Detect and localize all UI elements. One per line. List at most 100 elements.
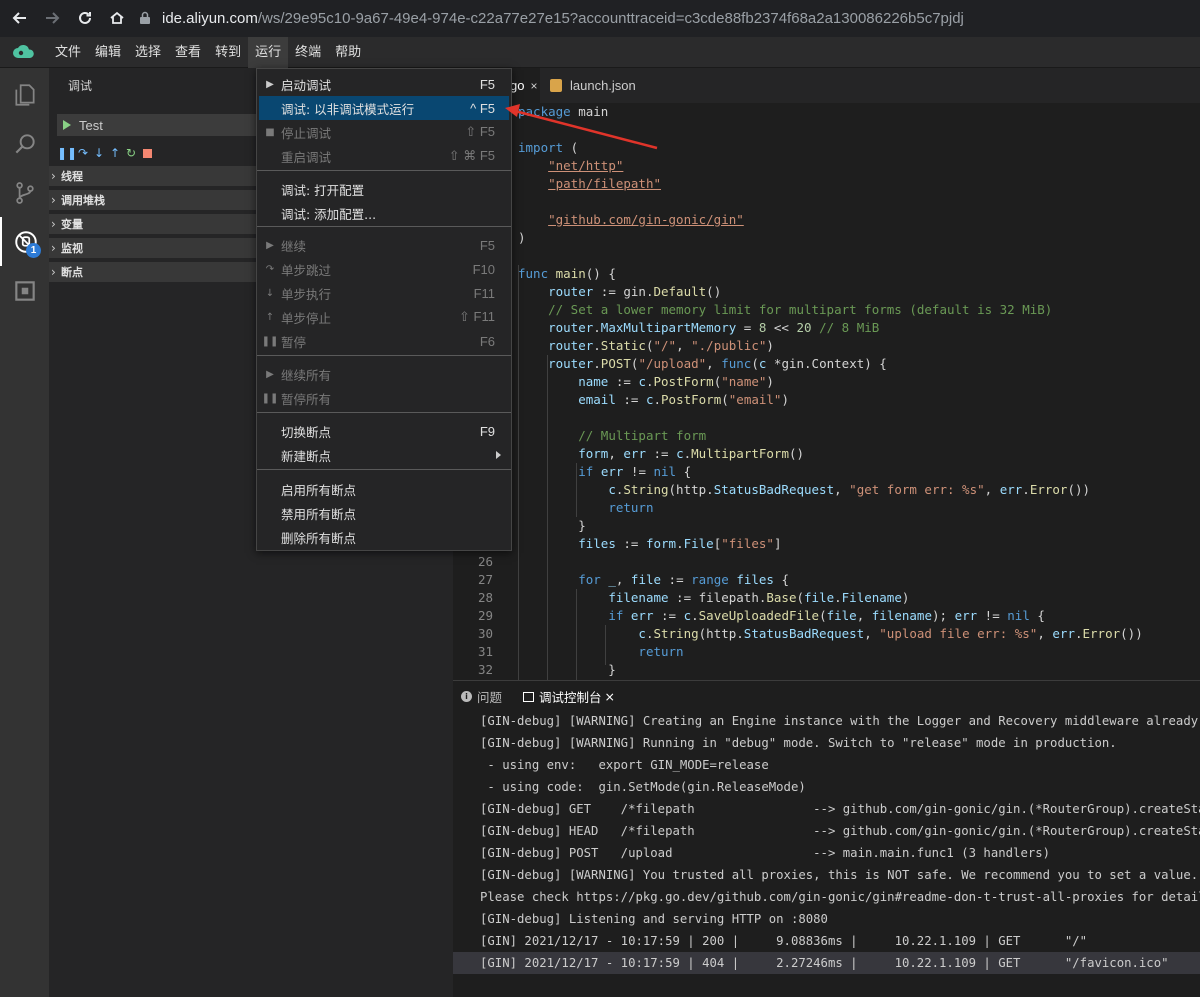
menu-item-shortcut: F5	[479, 237, 495, 253]
console-line: [GIN-debug] [WARNING] Running in "debug"…	[480, 736, 1117, 750]
run-menu-dropdown: ▶ 启动调试 F5 调试: 以非调试模式运行 ^ F5 ■ 停止调试 ⇧ F5 重启调试 ⇧ ⌘ …	[256, 68, 512, 551]
section-label: 监视	[61, 242, 83, 255]
menu-item-label: 禁用所有断点	[281, 506, 357, 522]
search-icon[interactable]	[0, 119, 49, 168]
menu-item[interactable]: 启用所有断点	[259, 477, 509, 501]
tab-launch-json[interactable]: launch.json	[540, 68, 650, 103]
menu-item-shortcut: ⇧ F11	[459, 309, 495, 324]
url-path: /ws/29e95c10-9a67-49e4-974e-c22a77e27e15…	[257, 9, 964, 27]
menu-item[interactable]: 运行	[248, 36, 289, 68]
reload-button[interactable]	[70, 3, 100, 33]
forward-button[interactable]	[37, 3, 67, 33]
tab-label: go	[510, 78, 525, 93]
menu-item[interactable]: 转到	[208, 37, 248, 68]
menu-item-shortcut: F6	[479, 333, 495, 349]
menu-item[interactable]: 删除所有断点	[259, 525, 509, 549]
step-into-icon[interactable]: ↓	[92, 146, 106, 160]
config-name: Test	[79, 117, 103, 133]
explorer-icon[interactable]	[0, 70, 49, 119]
menubar: 文件 编辑 选择 查看 转到 运行 终端 帮助	[0, 36, 1200, 68]
menu-item-label: 继续所有	[281, 367, 332, 383]
pause-icon[interactable]: ❚❚	[57, 146, 77, 160]
step-over-icon: ↷	[265, 263, 275, 275]
menu-item: ■ 停止调试 ⇧ F5	[259, 120, 509, 144]
menu-item-label: 切换断点	[281, 424, 332, 440]
source-control-icon[interactable]	[0, 168, 49, 217]
console-line: [GIN-debug] [WARNING] You trusted all pr…	[480, 868, 1199, 882]
menu-item[interactable]: 调试: 以非调试模式运行 ^ F5	[259, 96, 509, 120]
menu-item[interactable]: 查看	[168, 37, 208, 68]
menu-item[interactable]: 帮助	[328, 37, 368, 68]
console-line: [GIN-debug] Listening and serving HTTP o…	[480, 912, 828, 926]
menu-item: ↓ 单步执行 F11	[259, 281, 509, 305]
close-icon[interactable]: ×	[530, 79, 537, 93]
console-line: - using env: export GIN_MODE=release	[480, 758, 769, 772]
menu-item[interactable]: 编辑	[88, 37, 128, 68]
line-number: 28	[477, 590, 493, 605]
tab-debug-console[interactable]: 调试控制台 ×	[523, 687, 615, 706]
line-number: 29	[477, 608, 493, 623]
menu-item[interactable]: 文件	[48, 37, 88, 68]
console-line: [GIN-debug] [WARNING] Creating an Engine…	[480, 714, 1200, 728]
menu-item-label: 新建断点	[281, 448, 332, 464]
step-out-icon[interactable]: ↑	[108, 146, 122, 160]
editor-tabs: go × launch.json	[453, 68, 1200, 103]
menu-separator	[257, 226, 511, 227]
back-button[interactable]	[5, 3, 35, 33]
tab-label: launch.json	[570, 78, 636, 93]
section-label: 断点	[61, 266, 83, 279]
line-number: 31	[477, 644, 493, 659]
menu-item[interactable]: ▶ 启动调试 F5	[259, 72, 509, 96]
menu-item: ▶ 继续 F5	[259, 233, 509, 257]
code-editor[interactable]: package main import ( "net/http" "path/f…	[453, 103, 1200, 680]
line-number: 30	[477, 626, 493, 641]
step-out-icon: ↑	[265, 311, 275, 323]
debug-config-select[interactable]: Test	[57, 114, 257, 136]
menu-item[interactable]: 终端	[288, 37, 328, 68]
menu-item-label: 单步执行	[281, 286, 332, 302]
menu-item[interactable]: 调试: 添加配置...	[259, 201, 509, 225]
menu-item[interactable]: 新建断点	[259, 443, 509, 467]
menu-item-shortcut: ⇧ F5	[465, 124, 495, 139]
close-icon[interactable]: ×	[605, 689, 615, 704]
arrow-right-icon	[46, 12, 60, 24]
restart-icon[interactable]: ↻	[124, 146, 138, 160]
reload-icon	[79, 11, 91, 24]
address-bar[interactable]: ide.aliyun.com/ws/29e95c10-9a67-49e4-974…	[138, 4, 1200, 32]
console-icon	[523, 691, 534, 702]
menu-item[interactable]: 切换断点 F9	[259, 419, 509, 443]
continue-icon: ▶	[266, 368, 274, 380]
chevron-right-icon	[496, 451, 501, 459]
json-file-icon	[550, 79, 562, 92]
stop-icon[interactable]	[140, 146, 154, 160]
console-line: - using code: gin.SetMode(gin.ReleaseMod…	[480, 780, 806, 794]
debug-icon[interactable]: 1	[0, 217, 49, 266]
lock-icon	[140, 11, 150, 24]
tab-label: 问题	[477, 690, 503, 705]
chevron-right-icon: ›	[51, 241, 56, 255]
tab-problems[interactable]: i 问题	[461, 687, 502, 706]
menu-separator	[257, 170, 511, 171]
console-line: [GIN] 2021/12/17 - 10:17:59 | 404 | 2.27…	[453, 952, 1200, 974]
chevron-right-icon: ›	[51, 169, 56, 183]
menu-item[interactable]: 选择	[128, 37, 168, 68]
menu-item: ▶ 继续所有	[259, 362, 509, 386]
menu-item: ↷ 单步跳过 F10	[259, 257, 509, 281]
start-debug-icon[interactable]	[63, 120, 71, 130]
menu-item-label: 暂停所有	[281, 391, 332, 407]
extensions-icon[interactable]	[0, 266, 49, 315]
menu-item-label: 停止调试	[281, 125, 332, 141]
menu-item-shortcut: ⇧ ⌘ F5	[448, 148, 495, 163]
menu-item[interactable]: 调试: 打开配置	[259, 177, 509, 201]
menu-item-label: 单步停止	[281, 310, 332, 326]
menu-item-label: 暂停	[281, 334, 307, 350]
section-label: 变量	[61, 218, 83, 231]
step-over-icon[interactable]: ↷	[76, 146, 90, 160]
menu-item[interactable]: 禁用所有断点	[259, 501, 509, 525]
home-button[interactable]	[102, 3, 132, 33]
browser-toolbar: ide.aliyun.com/ws/29e95c10-9a67-49e4-974…	[0, 0, 1200, 37]
chevron-right-icon: ›	[51, 265, 56, 279]
menu-separator	[257, 469, 511, 470]
menu-item-shortcut: F5	[479, 76, 495, 92]
url-text: ide.aliyun.com/ws/29e95c10-9a67-49e4-974…	[162, 10, 964, 27]
